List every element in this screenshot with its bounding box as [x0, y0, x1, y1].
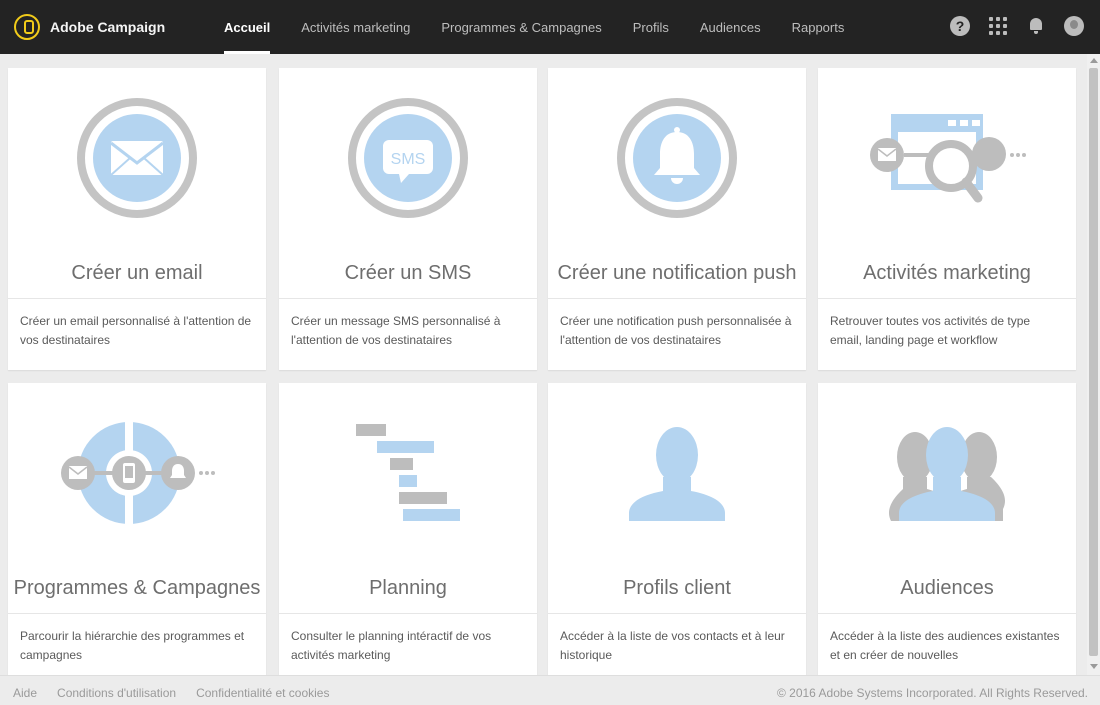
card-description: Créer un message SMS personnalisé à l'at… [291, 314, 501, 347]
scroll-down-arrow-icon[interactable] [1090, 664, 1098, 669]
scroll-up-arrow-icon[interactable] [1090, 58, 1098, 63]
user-avatar[interactable] [1064, 16, 1084, 36]
programs-icon [61, 419, 215, 529]
scroll-thumb[interactable] [1089, 68, 1098, 656]
card-planning[interactable]: Planning Consulter le planning intéracti… [279, 383, 537, 675]
top-bar: Adobe Campaign Accueil Activités marketi… [0, 0, 1100, 54]
card-programs-campaigns[interactable]: Programmes & Campagnes Parcourir la hiér… [8, 383, 266, 675]
nav-item-activites-marketing[interactable]: Activités marketing [289, 0, 422, 54]
search-activities-icon [870, 114, 1026, 203]
adobe-campaign-logo-icon [14, 14, 40, 40]
card-title: Planning [369, 577, 447, 599]
card-divider [8, 613, 266, 614]
card-title: Programmes & Campagnes [13, 577, 261, 599]
card-divider [548, 613, 806, 614]
card-divider [818, 298, 1076, 299]
vertical-scrollbar[interactable] [1087, 54, 1100, 675]
brand[interactable]: Adobe Campaign [14, 14, 165, 40]
card-description: Accéder à la liste des audiences existan… [830, 629, 1060, 662]
card-description: Parcourir la hiérarchie des programmes e… [20, 629, 245, 662]
nav-item-audiences[interactable]: Audiences [688, 0, 773, 54]
card-title: Profils client [623, 577, 731, 599]
footer-link-help[interactable]: Aide [13, 686, 37, 700]
footer-links: Aide Conditions d'utilisation Confidenti… [13, 686, 349, 700]
gantt-icon [356, 424, 460, 521]
main-nav: Accueil Activités marketing Programmes &… [212, 0, 863, 54]
app-name: Adobe Campaign [50, 19, 166, 35]
copyright: © 2016 Adobe Systems Incorporated. All R… [776, 686, 1088, 700]
card-description: Créer un email personnalisé à l'attentio… [20, 314, 252, 347]
card-description: Consulter le planning intéractif de vos … [291, 629, 492, 662]
card-divider [548, 298, 806, 299]
card-create-sms[interactable]: SMS Créer un SMS Créer un message SMS pe… [279, 68, 537, 370]
sms-icon: SMS [348, 98, 468, 218]
profile-icon [629, 427, 725, 521]
nav-item-profils[interactable]: Profils [621, 0, 681, 54]
card-create-email[interactable]: Créer un email Créer un email personnali… [8, 68, 266, 370]
card-marketing-activities[interactable]: Activités marketing Retrouver toutes vos… [818, 68, 1076, 370]
sms-icon-label: SMS [391, 151, 426, 168]
card-divider [279, 613, 537, 614]
card-audiences[interactable]: Audiences Accéder à la liste des audienc… [818, 383, 1076, 675]
nav-item-accueil[interactable]: Accueil [212, 0, 282, 54]
notifications-bell-icon[interactable] [1026, 16, 1046, 36]
nav-item-rapports[interactable]: Rapports [780, 0, 857, 54]
card-title: Créer une notification push [557, 262, 797, 284]
card-title: Créer un email [71, 262, 203, 284]
card-description: Retrouver toutes vos activités de type e… [830, 314, 1031, 347]
apps-grid-icon[interactable] [988, 16, 1008, 36]
card-divider [818, 613, 1076, 614]
card-customer-profiles[interactable]: Profils client Accéder à la liste de vos… [548, 383, 806, 675]
card-description: Créer une notification push personnalisé… [560, 314, 792, 347]
footer: Aide Conditions d'utilisation Confidenti… [0, 675, 1100, 705]
card-divider [8, 298, 266, 299]
footer-link-privacy[interactable]: Confidentialité et cookies [196, 686, 329, 700]
card-title: Créer un SMS [344, 262, 472, 284]
help-icon[interactable]: ? [950, 16, 970, 36]
footer-link-terms[interactable]: Conditions d'utilisation [57, 686, 176, 700]
email-icon [77, 98, 197, 218]
audiences-icon [888, 427, 1006, 521]
header-actions: ? [950, 16, 1084, 36]
card-title: Audiences [900, 577, 994, 599]
card-title: Activités marketing [863, 262, 1031, 284]
nav-item-programmes-campagnes[interactable]: Programmes & Campagnes [429, 0, 613, 54]
card-divider [279, 298, 537, 299]
card-create-push[interactable]: Créer une notification push Créer une no… [548, 68, 806, 370]
card-description: Accéder à la liste de vos contacts et à … [560, 629, 785, 662]
home-cards: Créer un email Créer un email personnali… [0, 54, 1087, 675]
bell-icon [617, 98, 737, 218]
